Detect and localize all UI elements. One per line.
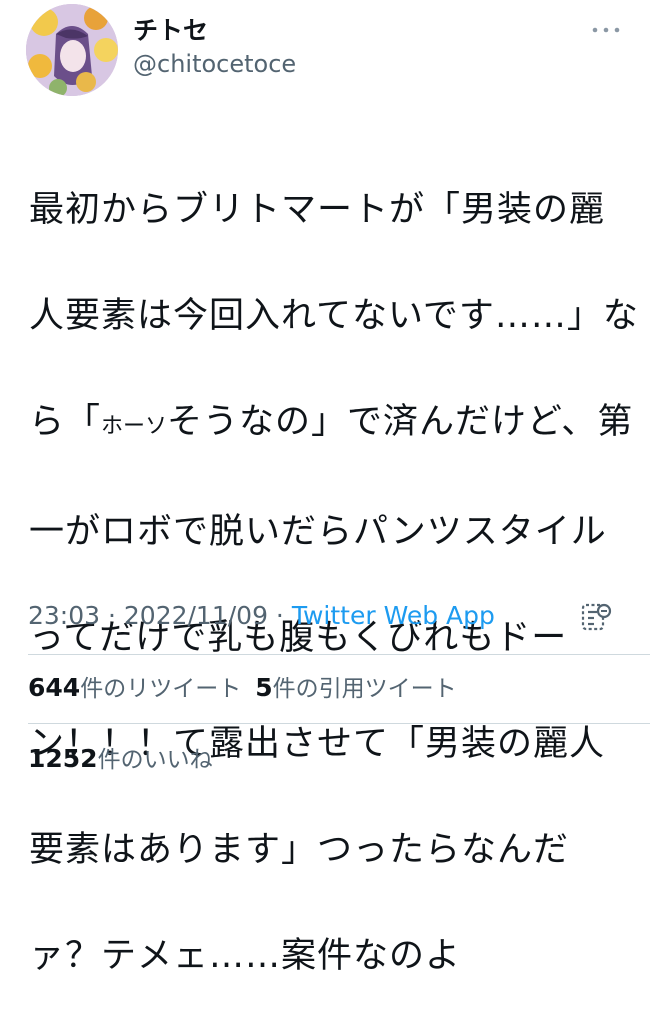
tweet-meta: 23:03 · 2022/11/09 · Twitter Web App	[28, 598, 495, 634]
tweet-line: 一がロボで脱いだらパンツスタイル	[29, 512, 607, 552]
quotes-count: 5	[255, 673, 273, 702]
tweet-line: ァ？テメェ……案件なのよ	[29, 936, 462, 976]
retweet-stats: 644件のリツイート 5件の引用ツイート	[28, 671, 457, 706]
more-horizontal-icon[interactable]	[590, 22, 622, 38]
tweet-text: 最初からブリトマートが「男装の麗 人要素は今回入れてないです……」な ら「ホーソ…	[29, 131, 639, 1036]
meta-separator: ·	[100, 601, 124, 630]
likes-label: 件のいいね	[97, 747, 213, 773]
tweet-line: 人要素は今回入れてないです……」な	[29, 296, 639, 336]
likes-count: 1252	[28, 744, 98, 773]
tweet-line-part: ら「	[29, 402, 102, 442]
like-stats: 1252件のいいね	[28, 742, 213, 777]
tweet-source-link[interactable]: Twitter Web App	[292, 601, 495, 630]
avatar-image	[26, 4, 118, 96]
tweet-card: チトセ @chitocetoce 最初からブリトマートが「男装の麗 人要素は今回…	[0, 0, 650, 976]
avatar[interactable]	[26, 4, 118, 96]
quotes-link[interactable]: 5件の引用ツイート	[255, 673, 457, 702]
tweet-time[interactable]: 23:03	[28, 601, 100, 630]
tweet-line-part: そうなの」で済んだけど、第	[167, 402, 634, 442]
divider	[28, 654, 650, 655]
tweet-line: ら「ホーソそうなの」で済んだけど、第	[29, 396, 632, 453]
retweets-count: 644	[28, 673, 81, 702]
divider	[28, 723, 650, 724]
display-name[interactable]: チトセ	[133, 14, 208, 48]
meta-separator: ·	[267, 601, 292, 630]
tweet-line: 最初からブリトマートが「男装の麗	[29, 190, 606, 230]
tweet-line: 要素はあります」つったらなんだ	[29, 830, 570, 870]
likes-link[interactable]: 1252件のいいね	[28, 744, 213, 773]
tweet-line-small-kana: ホーソ	[101, 414, 168, 439]
retweets-link[interactable]: 644件のリツイート	[28, 673, 242, 702]
handle[interactable]: @chitocetoce	[133, 48, 296, 80]
retweets-label: 件のリツイート	[80, 676, 242, 702]
quotes-label: 件の引用ツイート	[272, 676, 457, 702]
tweet-date[interactable]: 2022/11/09	[124, 601, 268, 630]
analytics-icon[interactable]	[579, 600, 613, 634]
